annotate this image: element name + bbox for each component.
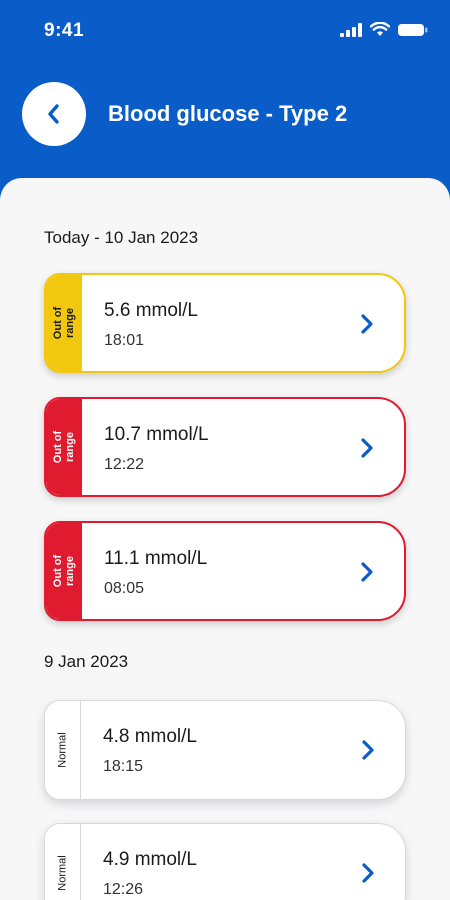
- status-tag-label: Out of range: [51, 554, 76, 588]
- status-tag: Normal: [45, 701, 81, 799]
- reading-time: 18:01: [104, 332, 145, 349]
- back-button[interactable]: [22, 82, 86, 146]
- status-icons: [340, 22, 428, 37]
- reading-value: 4.9 mmol/L: [103, 849, 197, 870]
- battery-icon: [398, 23, 428, 36]
- chevron-right-icon: [362, 863, 374, 883]
- reading-card[interactable]: Out of range 5.6 mmol/L 18:01: [44, 273, 406, 373]
- status-tag: Out of range: [46, 523, 82, 619]
- status-tag-label: Normal: [56, 855, 69, 891]
- status-tag: Out of range: [46, 399, 82, 495]
- page-title: Blood glucose - Type 2: [108, 101, 348, 126]
- section-date-label: Today - 10 Jan 2023: [44, 228, 199, 247]
- reading-value: 10.7 mmol/L: [104, 424, 209, 445]
- wifi-icon: [370, 22, 390, 36]
- signal-icon: [340, 22, 362, 37]
- chevron-right-icon: [361, 562, 373, 582]
- chevron-right-icon: [362, 740, 374, 760]
- chevron-right-icon: [361, 438, 373, 458]
- status-tag-label: Out of range: [51, 306, 76, 340]
- status-tag-label: Out of range: [51, 430, 76, 464]
- reading-time: 12:22: [104, 456, 145, 473]
- reading-value: 11.1 mmol/L: [104, 548, 208, 569]
- status-tag: Normal: [45, 824, 81, 900]
- app-screen: 9:41 Blood glucose - Type 2 Today - 10 J…: [0, 0, 450, 900]
- reading-card[interactable]: Normal 4.8 mmol/L 18:15: [44, 700, 406, 800]
- reading-time: 08:05: [104, 580, 145, 597]
- reading-time: 12:26: [103, 881, 144, 898]
- reading-card[interactable]: Normal 4.9 mmol/L 12:26: [44, 823, 406, 900]
- status-bar: 9:41: [0, 0, 450, 64]
- chevron-left-icon: [48, 104, 59, 124]
- reading-value: 4.8 mmol/L: [103, 726, 197, 747]
- status-tag-label: Normal: [56, 732, 69, 768]
- section-date-label: 9 Jan 2023: [44, 652, 129, 671]
- reading-card[interactable]: Out of range 10.7 mmol/L 12:22: [44, 397, 406, 497]
- reading-time: 18:15: [103, 758, 144, 775]
- reading-value: 5.6 mmol/L: [104, 300, 198, 321]
- status-time: 9:41: [44, 20, 85, 41]
- reading-card[interactable]: Out of range 11.1 mmol/L 08:05: [44, 521, 406, 621]
- app-header: Blood glucose - Type 2: [0, 80, 450, 150]
- readings-sheet: Today - 10 Jan 2023 Out of range 5.6 mmo…: [0, 178, 450, 900]
- status-tag: Out of range: [46, 275, 82, 371]
- chevron-right-icon: [361, 314, 373, 334]
